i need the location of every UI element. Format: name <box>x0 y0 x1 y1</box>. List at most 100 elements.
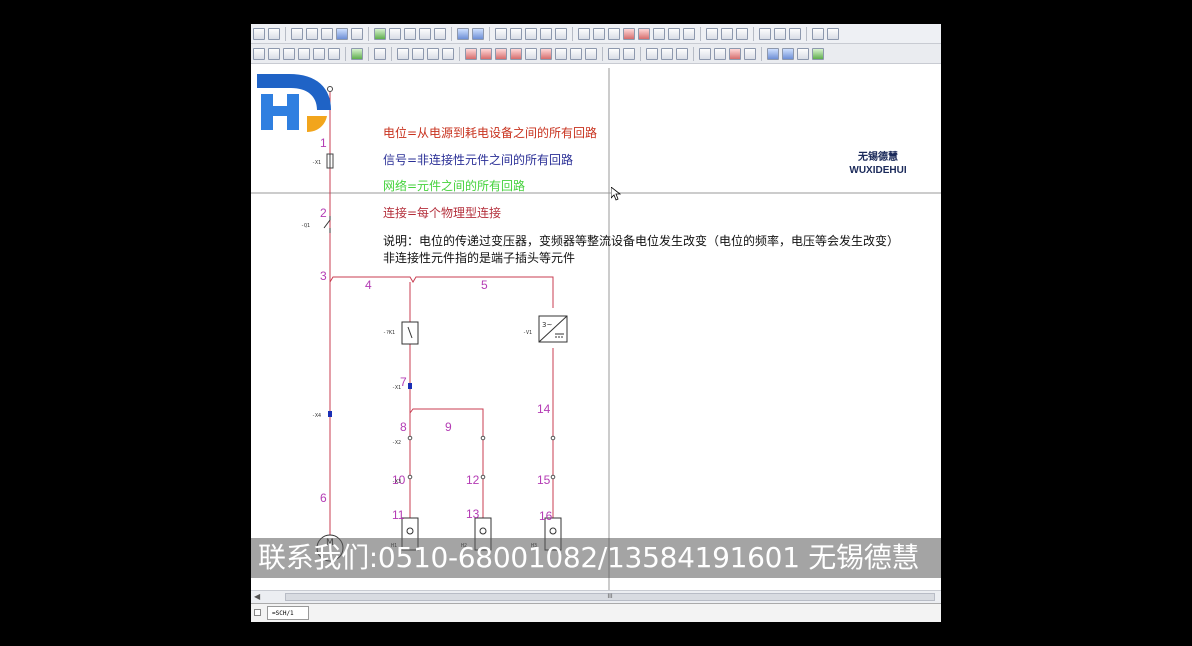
wire-number: 15 <box>537 473 551 487</box>
line-b-icon[interactable] <box>661 47 673 60</box>
grid-e-icon[interactable] <box>555 27 567 40</box>
connector-b-icon[interactable] <box>480 47 492 60</box>
monitor-icon[interactable] <box>336 27 348 40</box>
connector-h-icon[interactable] <box>570 47 582 60</box>
connector-g-icon[interactable] <box>555 47 567 60</box>
device-label-q1: -Q1 <box>301 223 311 229</box>
toolbar-separator <box>640 46 641 61</box>
grid-toggle-icon[interactable] <box>578 27 590 40</box>
grid-display-icon[interactable] <box>608 27 620 40</box>
wire-number: 16 <box>539 509 553 523</box>
graphic-editor-icon[interactable] <box>321 27 333 40</box>
wire-number: 9 <box>445 420 452 434</box>
zoom-window-icon[interactable] <box>389 27 401 40</box>
duplicate-icon[interactable] <box>313 47 325 60</box>
eplan-window: 3~ 电位=从电源到耗电设备之间的所有回路 信号=非连接性元件之间的所有回路 网… <box>251 24 941 622</box>
mouse-cursor-icon <box>611 187 621 201</box>
tab-checkbox[interactable] <box>254 609 261 616</box>
connector-f-icon[interactable] <box>540 47 552 60</box>
zoom-in-icon[interactable] <box>404 27 416 40</box>
symbol-b-icon[interactable] <box>412 47 424 60</box>
corner-b-icon[interactable] <box>714 47 726 60</box>
frame-icon[interactable] <box>774 27 786 40</box>
t-node-c-icon[interactable] <box>797 47 809 60</box>
network-icon[interactable] <box>736 27 748 40</box>
t-node-d-icon[interactable] <box>812 47 824 60</box>
scroll-thumb[interactable]: III <box>285 593 935 601</box>
shield-icon[interactable] <box>759 27 771 40</box>
wire-number: 11 <box>392 508 405 522</box>
print-icon[interactable] <box>706 27 718 40</box>
table-icon[interactable] <box>351 27 363 40</box>
line-c-icon[interactable] <box>676 47 688 60</box>
t-node-a-icon[interactable] <box>767 47 779 60</box>
schematic-canvas[interactable]: 3~ 电位=从电源到耗电设备之间的所有回路 信号=非连接性元件之间的所有回路 网… <box>251 68 941 590</box>
grid-c-icon[interactable] <box>525 27 537 40</box>
corner-a-icon[interactable] <box>699 47 711 60</box>
page-properties-icon[interactable] <box>306 27 318 40</box>
zoom-fit-icon[interactable] <box>434 27 446 40</box>
interruption-b-icon[interactable] <box>623 47 635 60</box>
new-icon[interactable] <box>253 47 265 60</box>
snap-to-grid-icon[interactable] <box>593 27 605 40</box>
zoom-out-icon[interactable] <box>419 27 431 40</box>
symbol-c-icon[interactable] <box>427 47 439 60</box>
terminal-icon[interactable] <box>374 47 386 60</box>
open-icon[interactable] <box>268 47 280 60</box>
chart-icon[interactable] <box>827 27 839 40</box>
toolbar-separator <box>285 26 286 41</box>
interruption-a-icon[interactable] <box>608 47 620 60</box>
paste-icon[interactable] <box>298 47 310 60</box>
grid-b-icon[interactable] <box>510 27 522 40</box>
object-snap-icon[interactable] <box>638 27 650 40</box>
device-label-x1: -X1 <box>312 160 322 166</box>
toolbar-separator <box>693 46 694 61</box>
scroll-left-icon[interactable]: ◀ <box>254 591 260 603</box>
forward-arrow-icon[interactable] <box>472 27 484 40</box>
wire-number: 4 <box>365 278 372 292</box>
device-label-v1: -V1 <box>523 330 533 336</box>
cart-icon[interactable] <box>812 27 824 40</box>
annotation-note-line2: 非连接性元件指的是端子插头等元件 <box>383 251 576 265</box>
page-tab-bar: =SCH/1 <box>251 603 941 622</box>
schematic-drawing: 3~ <box>251 68 941 590</box>
t-node-b-icon[interactable] <box>782 47 794 60</box>
device-label-x2: -X2 <box>392 440 402 446</box>
device-label-k1: -?K1 <box>383 330 396 336</box>
copy-icon[interactable] <box>283 47 295 60</box>
connector-i-icon[interactable] <box>585 47 597 60</box>
relay-k1-icon[interactable] <box>401 321 419 345</box>
grid-d-icon[interactable] <box>540 27 552 40</box>
wire-number: 13 <box>466 507 480 521</box>
toolbar-separator <box>806 26 807 41</box>
rotate-icon[interactable] <box>789 27 801 40</box>
corner-d-icon[interactable] <box>744 47 756 60</box>
horizontal-scrollbar[interactable]: ◀ III <box>251 590 941 603</box>
insert-mode-icon[interactable] <box>683 27 695 40</box>
connector-a-icon[interactable] <box>465 47 477 60</box>
page-icon[interactable] <box>291 27 303 40</box>
connector-e-icon[interactable] <box>525 47 537 60</box>
converter-v1-icon[interactable]: 3~ <box>538 315 568 343</box>
wire-number: 14 <box>537 402 551 416</box>
input-box-icon[interactable] <box>653 27 665 40</box>
document-icon[interactable] <box>328 47 340 60</box>
symbol-a-icon[interactable] <box>397 47 409 60</box>
magnet-icon[interactable] <box>623 27 635 40</box>
comment-icon[interactable] <box>668 27 680 40</box>
refresh-icon[interactable] <box>374 27 386 40</box>
grid-a-icon[interactable] <box>495 27 507 40</box>
connector-d-icon[interactable] <box>510 47 522 60</box>
corner-c-icon[interactable] <box>729 47 741 60</box>
line-a-icon[interactable] <box>646 47 658 60</box>
connector-c-icon[interactable] <box>495 47 507 60</box>
wifi-icon[interactable] <box>721 27 733 40</box>
toolbar-separator <box>761 46 762 61</box>
undo-icon[interactable] <box>253 27 265 40</box>
device-icon[interactable] <box>351 47 363 60</box>
back-arrow-icon[interactable] <box>457 27 469 40</box>
tab-scn-1[interactable]: =SCH/1 <box>267 606 309 620</box>
terminal-circles <box>407 435 556 480</box>
symbol-d-icon[interactable] <box>442 47 454 60</box>
redo-icon[interactable] <box>268 27 280 40</box>
